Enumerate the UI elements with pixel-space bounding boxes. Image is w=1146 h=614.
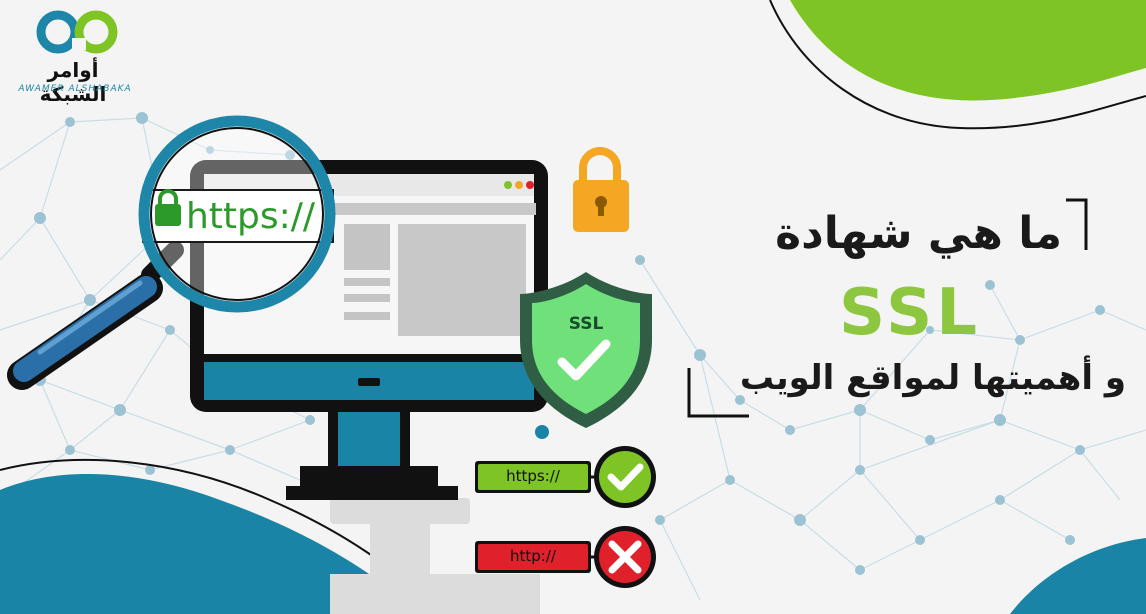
decor-dot — [535, 425, 549, 439]
headline-line-1: ما هي شهادة — [775, 208, 1062, 259]
top-right-green-wave — [790, 0, 1146, 101]
secure-url-text: https:// — [506, 467, 560, 485]
padlock-icon — [573, 147, 629, 232]
cross-circle-icon — [594, 526, 656, 588]
shield-label: SSL — [568, 314, 604, 334]
bottom-right-blue-wave — [1010, 538, 1146, 614]
insecure-url-text: http:// — [510, 547, 556, 565]
address-bar-url: https:// — [186, 196, 316, 237]
brand-logo-icon — [36, 10, 118, 54]
check-circle-icon — [594, 446, 656, 508]
headline-ssl: SSL — [838, 276, 982, 350]
brand-name-english: AWAMER ALSHABAKA — [18, 84, 132, 94]
magnifier-handle — [7, 241, 184, 390]
brand-name-arabic: أوامر الشبكة — [39, 58, 107, 106]
headline-line-3: و أهميتها لمواقع الويب — [739, 358, 1126, 398]
